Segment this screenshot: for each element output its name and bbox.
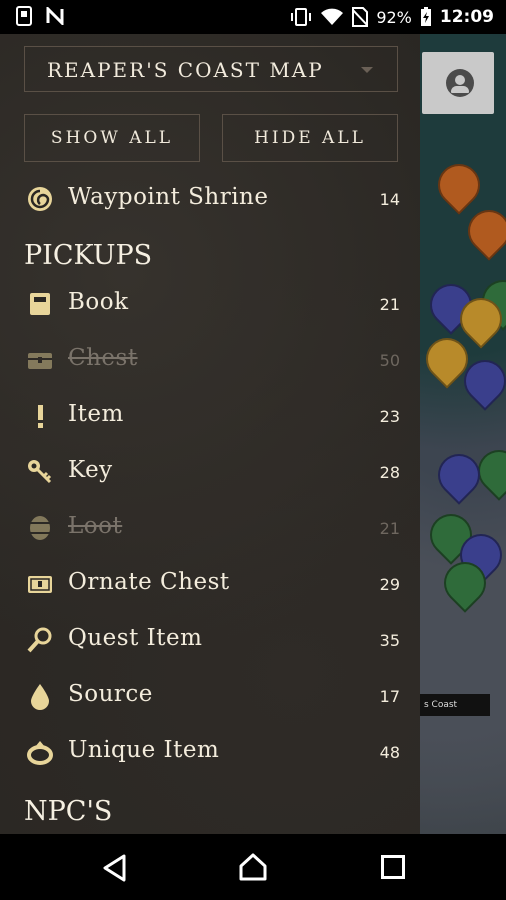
map-select-dropdown[interactable]: REAPER'S COAST MAP [24,46,398,92]
list-item-waypoint-shrine[interactable]: Waypoint Shrine 14 [0,174,420,224]
list-item-key[interactable]: Key 28 [0,447,420,497]
list-item-chest[interactable]: Chest 50 [0,335,420,385]
section-title-npcs: NPC'S [24,796,113,827]
key-icon [28,460,52,484]
filter-drawer: REAPER'S COAST MAP SHOW ALL HIDE ALL Way… [0,34,420,834]
profile-button[interactable] [422,52,494,114]
item-count: 48 [379,743,400,762]
droplet-icon [31,684,49,710]
exclamation-icon [38,405,43,428]
item-count: 21 [379,519,400,538]
wifi-icon [321,8,344,25]
magnifier-icon [27,627,52,653]
list-item-source[interactable]: Source 17 [0,671,420,721]
section-title-pickups: PICKUPS [24,240,153,271]
recent-apps-icon[interactable] [381,855,405,879]
item-label: Quest Item [68,625,203,651]
status-bar: 92% 12:09 [0,0,506,34]
item-count: 35 [379,631,400,650]
item-label: Unique Item [68,737,220,763]
ornate-chest-icon [28,576,52,593]
map-pin[interactable] [459,201,506,261]
list-item-ornate-chest[interactable]: Ornate Chest 29 [0,559,420,609]
item-count: 28 [379,463,400,482]
item-count: 14 [379,190,400,209]
ring-icon [27,741,53,765]
item-label: Source [68,681,153,707]
item-label: Ornate Chest [68,569,230,595]
map-view[interactable]: s Coast [420,34,506,834]
list-item-unique-item[interactable]: Unique Item 48 [0,727,420,777]
map-select-value: REAPER'S COAST MAP [47,58,324,82]
chest-icon [28,353,52,369]
system-nav-bar [0,834,506,900]
battery-percent: 92% [376,7,412,27]
phone-icon [16,6,32,26]
item-count: 23 [379,407,400,426]
chevron-down-icon [361,67,373,73]
book-icon [30,293,50,315]
item-label: Book [68,289,129,315]
vibrate-icon [291,8,312,26]
item-label: Loot [68,513,123,539]
map-pin[interactable] [429,155,489,215]
item-label: Waypoint Shrine [68,184,269,210]
waypoint-swirl-icon [28,187,52,211]
no-sim-icon [352,7,369,27]
item-label: Chest [68,345,138,371]
clock: 12:09 [439,7,494,27]
item-count: 21 [379,295,400,314]
item-count: 29 [379,575,400,594]
list-item-loot[interactable]: Loot 21 [0,503,420,553]
home-icon[interactable] [238,852,268,882]
item-count: 17 [379,687,400,706]
item-label: Item [68,401,124,427]
item-label: Key [68,457,113,483]
list-item-quest-item[interactable]: Quest Item 35 [0,615,420,665]
back-icon[interactable] [102,854,128,882]
n-icon [46,7,64,25]
item-count: 50 [379,351,400,370]
show-all-button[interactable]: SHOW ALL [24,114,200,162]
hide-all-button[interactable]: HIDE ALL [222,114,398,162]
region-label: s Coast [420,694,490,716]
barrel-icon [30,516,50,540]
list-item-item[interactable]: Item 23 [0,391,420,441]
battery-charging-icon [420,7,431,26]
map-pin[interactable] [429,445,489,505]
list-item-book[interactable]: Book 21 [0,279,420,329]
